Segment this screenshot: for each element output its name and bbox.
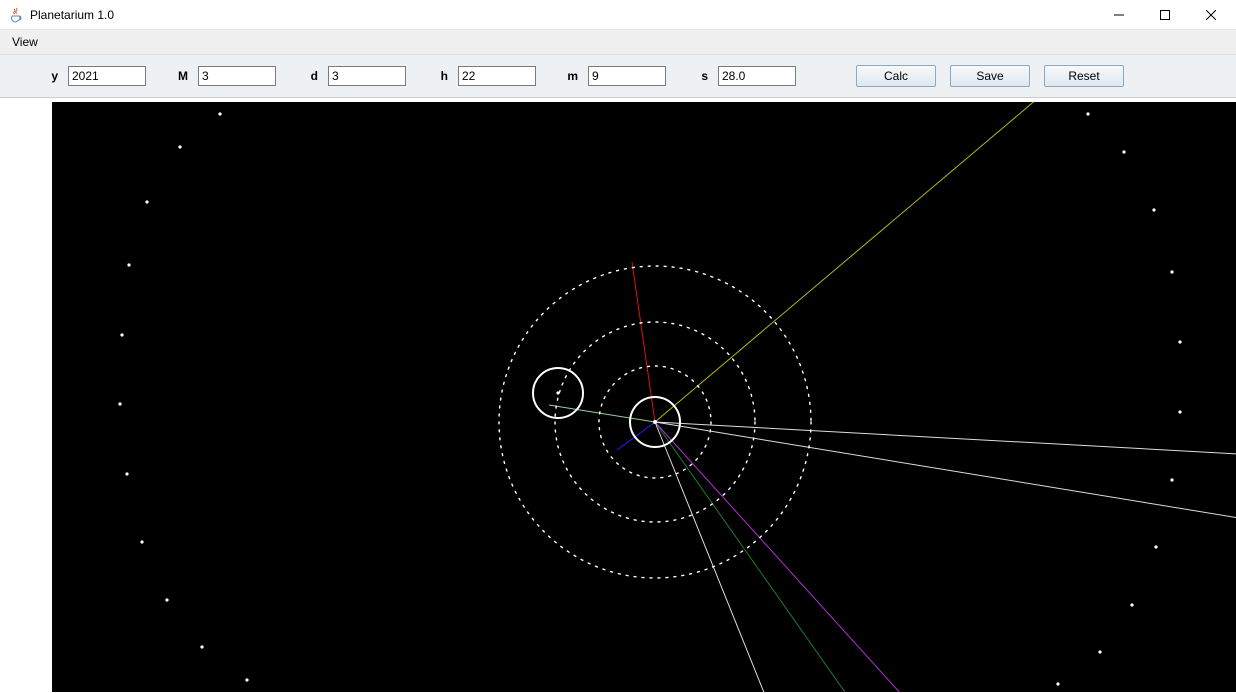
star-4 bbox=[120, 333, 123, 336]
star-10 bbox=[245, 678, 248, 681]
star-13 bbox=[1152, 208, 1155, 211]
star-19 bbox=[1130, 603, 1133, 606]
olive-ray bbox=[655, 102, 1037, 422]
canvas-container bbox=[0, 98, 1236, 693]
minute-field[interactable] bbox=[588, 66, 666, 86]
white-ray-c bbox=[655, 422, 1236, 454]
star-2 bbox=[145, 200, 148, 203]
menu-view[interactable]: View bbox=[6, 33, 44, 51]
month-field[interactable] bbox=[198, 66, 276, 86]
window-controls bbox=[1096, 0, 1234, 29]
star-20 bbox=[1098, 650, 1101, 653]
window-title: Planetarium 1.0 bbox=[30, 8, 114, 22]
moon-center bbox=[556, 391, 559, 394]
reset-button[interactable]: Reset bbox=[1044, 65, 1124, 87]
close-icon bbox=[1206, 10, 1216, 20]
label-minute: m bbox=[560, 69, 578, 83]
star-15 bbox=[1178, 340, 1181, 343]
star-17 bbox=[1170, 478, 1173, 481]
save-button[interactable]: Save bbox=[950, 65, 1030, 87]
menubar: View bbox=[0, 30, 1236, 54]
planetarium-canvas[interactable] bbox=[52, 102, 1236, 692]
calc-button[interactable]: Calc bbox=[856, 65, 936, 87]
star-6 bbox=[125, 472, 128, 475]
star-0 bbox=[218, 112, 221, 115]
star-5 bbox=[118, 402, 121, 405]
hour-field[interactable] bbox=[458, 66, 536, 86]
maximize-button[interactable] bbox=[1142, 0, 1188, 29]
year-field[interactable] bbox=[68, 66, 146, 86]
star-21 bbox=[1056, 682, 1059, 685]
star-14 bbox=[1170, 270, 1173, 273]
dkgreen-ray bbox=[655, 422, 847, 692]
minimize-button[interactable] bbox=[1096, 0, 1142, 29]
star-7 bbox=[140, 540, 143, 543]
ray-to-moon bbox=[549, 405, 655, 422]
day-field[interactable] bbox=[328, 66, 406, 86]
maximize-icon bbox=[1160, 10, 1170, 20]
star-8 bbox=[165, 598, 168, 601]
label-month: M bbox=[170, 69, 188, 83]
java-coffee-icon bbox=[8, 7, 24, 23]
label-day: d bbox=[300, 69, 318, 83]
magenta-ray bbox=[655, 422, 902, 692]
minimize-icon bbox=[1114, 10, 1124, 20]
sun-center bbox=[653, 420, 657, 424]
label-second: s bbox=[690, 69, 708, 83]
star-9 bbox=[200, 645, 203, 648]
star-18 bbox=[1154, 545, 1157, 548]
sky-svg bbox=[52, 102, 1236, 692]
star-1 bbox=[178, 145, 181, 148]
close-button[interactable] bbox=[1188, 0, 1234, 29]
label-year: y bbox=[40, 69, 58, 83]
star-3 bbox=[127, 263, 130, 266]
date-time-toolbar: y M d h m s Calc Save Reset bbox=[0, 54, 1236, 98]
white-ray-a bbox=[655, 422, 765, 692]
label-hour: h bbox=[430, 69, 448, 83]
star-16 bbox=[1178, 410, 1181, 413]
second-field[interactable] bbox=[718, 66, 796, 86]
titlebar: Planetarium 1.0 bbox=[0, 0, 1236, 30]
app-window: Planetarium 1.0 View y M d h m s Ca bbox=[0, 0, 1236, 693]
star-11 bbox=[1086, 112, 1089, 115]
star-12 bbox=[1122, 150, 1125, 153]
